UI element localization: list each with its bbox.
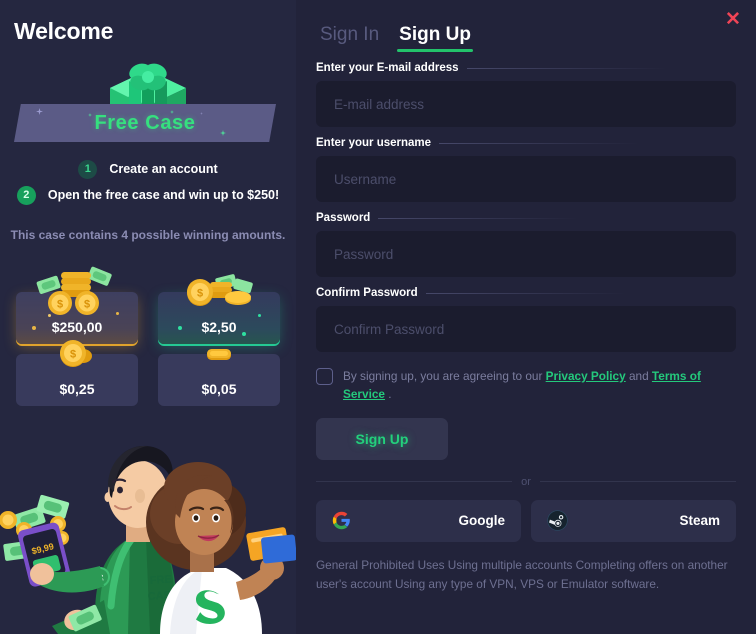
card-sparkle-icon bbox=[242, 332, 246, 336]
free-case-ribbon: Free Case bbox=[14, 104, 276, 142]
card-sparkle-icon bbox=[258, 314, 261, 317]
steam-login-label: Steam bbox=[679, 513, 720, 529]
promo-panel: Welcome Free Case 1 Create an account 2 … bbox=[0, 0, 296, 634]
steam-login-button[interactable]: Steam bbox=[531, 499, 736, 542]
terms-suffix: . bbox=[384, 387, 392, 402]
tab-sign-up[interactable]: Sign Up bbox=[395, 25, 475, 52]
case-contains-note: This case contains 4 possible winning am… bbox=[10, 228, 286, 242]
coins-stack-bills-icon: $ $ bbox=[36, 266, 112, 315]
email-label: Enter your E-mail address bbox=[316, 62, 736, 74]
step-item: 2 Open the free case and win up to $250! bbox=[0, 182, 296, 208]
prize-card-250[interactable]: $ $ $250,00 bbox=[16, 266, 138, 344]
prohibited-uses-disclaimer: General Prohibited Uses Using multiple a… bbox=[316, 557, 728, 591]
email-field-group: Enter your E-mail address bbox=[316, 62, 736, 127]
label-rule bbox=[378, 217, 579, 219]
terms-text: By signing up, you are agreeing to our P… bbox=[343, 367, 736, 404]
card-sparkle-icon bbox=[116, 312, 119, 315]
card-sparkle-icon bbox=[178, 326, 182, 330]
google-icon bbox=[332, 511, 350, 530]
terms-row: By signing up, you are agreeing to our P… bbox=[316, 367, 736, 404]
terms-checkbox[interactable] bbox=[316, 368, 333, 385]
auth-panel: ✕ Sign In Sign Up Enter your E-mail addr… bbox=[296, 0, 756, 634]
prize-card-5-cents[interactable]: $0,05 bbox=[158, 349, 280, 406]
password-field-group: Password bbox=[316, 212, 736, 277]
divider-line-right bbox=[539, 481, 736, 483]
email-label-text: Enter your E-mail address bbox=[316, 62, 459, 74]
email-input[interactable] bbox=[316, 81, 736, 127]
ribbon-label: Free Case bbox=[94, 111, 196, 134]
divider-line-left bbox=[316, 481, 513, 483]
coins-bills-icon: $ bbox=[187, 274, 253, 306]
sign-up-submit-button[interactable]: Sign Up bbox=[316, 417, 448, 460]
tab-sign-in[interactable]: Sign In bbox=[316, 25, 383, 52]
page-title: Welcome bbox=[14, 18, 114, 44]
steps-list: 1 Create an account 2 Open the free case… bbox=[0, 156, 296, 208]
password-label-text: Password bbox=[316, 212, 371, 224]
username-field-group: Enter your username bbox=[316, 137, 736, 202]
step-item: 1 Create an account bbox=[0, 156, 296, 182]
prize-grid: $ $ $250,00 $ $2,50 $ $0,25 $0,05 bbox=[16, 266, 280, 406]
step-label: Create an account bbox=[109, 162, 218, 176]
prize-value: $2,50 bbox=[201, 319, 237, 335]
label-rule bbox=[466, 67, 667, 69]
prize-value: $0,05 bbox=[201, 381, 237, 397]
confirm-password-label: Confirm Password bbox=[316, 287, 736, 299]
prize-value: $0,25 bbox=[59, 381, 95, 397]
signup-modal: Welcome Free Case 1 Create an account 2 … bbox=[0, 0, 756, 634]
or-divider: or bbox=[316, 476, 736, 488]
google-login-label: Google bbox=[458, 513, 506, 529]
steam-icon bbox=[547, 510, 568, 531]
label-rule bbox=[439, 142, 640, 144]
confirm-password-input[interactable] bbox=[316, 306, 736, 352]
google-login-button[interactable]: Google bbox=[316, 499, 521, 542]
confirm-password-field-group: Confirm Password bbox=[316, 287, 736, 352]
card-sparkle-icon bbox=[48, 314, 51, 317]
svg-text:$: $ bbox=[84, 299, 90, 311]
step-number-badge: 2 bbox=[16, 185, 36, 205]
step-number-badge: 1 bbox=[78, 159, 98, 179]
prize-card-250-cents[interactable]: $ $2,50 bbox=[158, 274, 280, 344]
card-sparkle-icon bbox=[32, 326, 36, 330]
confirm-password-label-text: Confirm Password bbox=[316, 287, 418, 299]
social-login-row: Google Steam bbox=[316, 499, 736, 542]
or-label: or bbox=[521, 475, 531, 488]
prize-card-25-cents[interactable]: $ $0,25 bbox=[16, 340, 138, 406]
step-label: Open the free case and win up to $250! bbox=[47, 188, 280, 202]
female-character bbox=[146, 462, 296, 634]
gift-card-icon bbox=[246, 527, 296, 564]
username-label: Enter your username bbox=[316, 137, 736, 149]
svg-text:FRE: FRE bbox=[149, 573, 172, 587]
prize-value: $250,00 bbox=[51, 319, 103, 335]
privacy-policy-link[interactable]: Privacy Policy bbox=[546, 369, 626, 383]
terms-between: and bbox=[625, 369, 652, 383]
auth-tabs: Sign In Sign Up bbox=[316, 0, 736, 52]
svg-text:$: $ bbox=[70, 349, 76, 361]
password-input[interactable] bbox=[316, 231, 736, 277]
svg-text:$: $ bbox=[197, 288, 203, 300]
username-input[interactable] bbox=[316, 156, 736, 202]
password-label: Password bbox=[316, 212, 736, 224]
label-rule bbox=[425, 292, 626, 294]
username-label-text: Enter your username bbox=[316, 137, 432, 149]
svg-text:$: $ bbox=[57, 299, 63, 311]
terms-prefix: By signing up, you are agreeing to our bbox=[343, 369, 546, 383]
close-icon[interactable]: ✕ bbox=[720, 6, 746, 32]
two-characters-with-money-illustration: $9,99 FRE CAS S bbox=[0, 445, 296, 634]
